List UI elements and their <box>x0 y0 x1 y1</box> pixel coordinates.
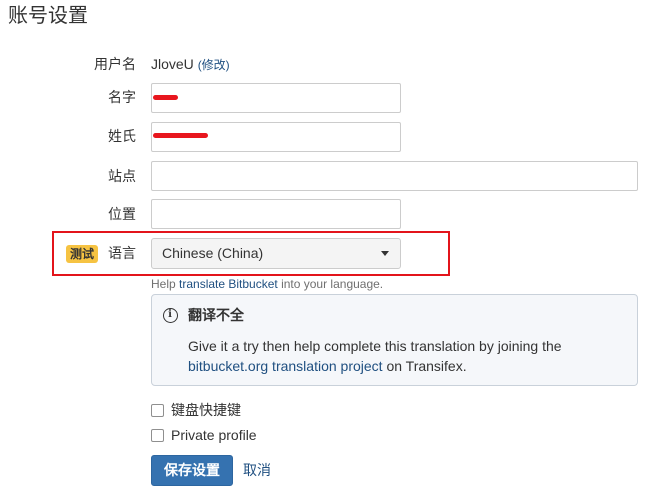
redaction-mark <box>153 133 208 138</box>
website-input[interactable] <box>151 161 638 191</box>
chevron-down-icon <box>381 251 389 256</box>
last-name-label: 姓氏 <box>108 128 136 144</box>
redaction-mark <box>153 95 178 100</box>
location-input[interactable] <box>151 199 401 229</box>
account-settings-page: 账号设置 用户名 JloveU (修改) 名字 姓氏 站点 位置 测试 语言 C… <box>0 0 654 493</box>
keyboard-shortcuts-label[interactable]: 键盘快捷键 <box>171 402 241 419</box>
save-settings-button[interactable]: 保存设置 <box>151 455 233 486</box>
notice-heading: 翻译不全 <box>188 307 244 323</box>
translation-project-link[interactable]: bitbucket.org translation project <box>188 358 383 374</box>
info-icon <box>163 308 178 323</box>
username-row: JloveU (修改) <box>151 56 230 74</box>
translate-bitbucket-link[interactable]: translate Bitbucket <box>179 277 278 291</box>
language-label: 语言 <box>108 245 136 261</box>
username-value: JloveU <box>151 56 194 72</box>
cancel-link[interactable]: 取消 <box>243 462 271 479</box>
private-profile-label[interactable]: Private profile <box>171 427 257 444</box>
notice-text-line-2: bitbucket.org translation project on Tra… <box>188 358 467 375</box>
language-select[interactable]: Chinese (China) <box>151 238 401 269</box>
language-help-text: Help translate Bitbucket into your langu… <box>151 277 383 291</box>
first-name-label: 名字 <box>108 89 136 105</box>
notice-text-line-1: Give it a try then help complete this tr… <box>188 338 562 354</box>
first-name-input[interactable] <box>151 83 401 113</box>
change-username-link[interactable]: (修改) <box>198 58 230 72</box>
language-select-value: Chinese (China) <box>162 245 264 261</box>
username-label: 用户名 <box>94 56 136 72</box>
help-suffix: into your language. <box>277 277 384 291</box>
location-label: 位置 <box>108 206 136 222</box>
notice-text-after: on Transifex. <box>382 358 467 374</box>
page-title: 账号设置 <box>8 5 88 27</box>
translation-notice-panel: 翻译不全 Give it a try then help complete th… <box>151 294 638 386</box>
beta-badge: 测试 <box>66 245 99 263</box>
private-profile-checkbox[interactable] <box>151 429 164 442</box>
keyboard-shortcuts-checkbox[interactable] <box>151 404 164 417</box>
website-label: 站点 <box>108 168 136 184</box>
help-prefix: Help <box>151 277 180 291</box>
